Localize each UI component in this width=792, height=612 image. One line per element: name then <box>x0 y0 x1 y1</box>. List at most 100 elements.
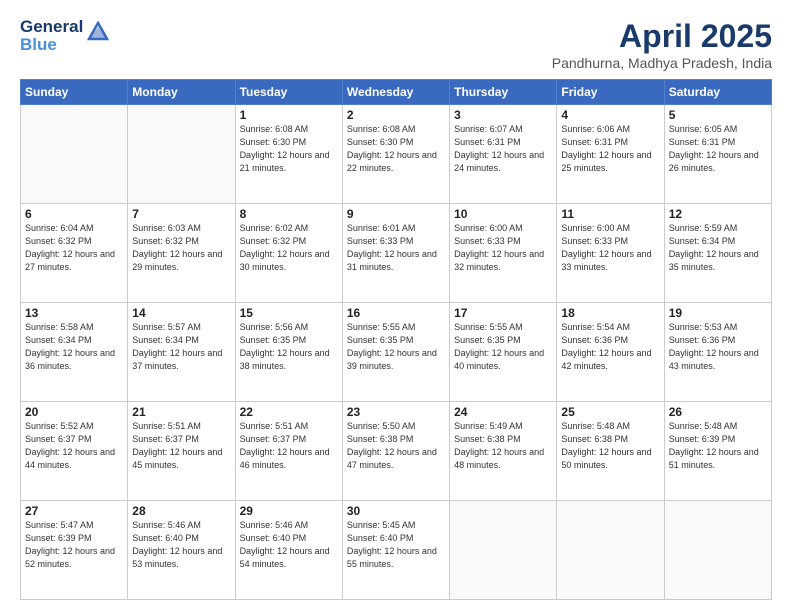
day-number: 13 <box>25 306 123 320</box>
day-info: Sunrise: 5:56 AMSunset: 6:35 PMDaylight:… <box>240 321 338 373</box>
day-number: 20 <box>25 405 123 419</box>
day-number: 9 <box>347 207 445 221</box>
calendar-header-row: Sunday Monday Tuesday Wednesday Thursday… <box>21 80 772 105</box>
table-row: 11 Sunrise: 6:00 AMSunset: 6:33 PMDaylig… <box>557 204 664 303</box>
day-info: Sunrise: 5:51 AMSunset: 6:37 PMDaylight:… <box>132 420 230 472</box>
day-info: Sunrise: 6:02 AMSunset: 6:32 PMDaylight:… <box>240 222 338 274</box>
day-info: Sunrise: 5:52 AMSunset: 6:37 PMDaylight:… <box>25 420 123 472</box>
day-info: Sunrise: 6:04 AMSunset: 6:32 PMDaylight:… <box>25 222 123 274</box>
day-number: 24 <box>454 405 552 419</box>
table-row: 23 Sunrise: 5:50 AMSunset: 6:38 PMDaylig… <box>342 402 449 501</box>
day-number: 3 <box>454 108 552 122</box>
col-tuesday: Tuesday <box>235 80 342 105</box>
day-number: 16 <box>347 306 445 320</box>
day-number: 12 <box>669 207 767 221</box>
day-info: Sunrise: 5:55 AMSunset: 6:35 PMDaylight:… <box>347 321 445 373</box>
day-info: Sunrise: 6:06 AMSunset: 6:31 PMDaylight:… <box>561 123 659 175</box>
day-number: 5 <box>669 108 767 122</box>
table-row: 16 Sunrise: 5:55 AMSunset: 6:35 PMDaylig… <box>342 303 449 402</box>
day-info: Sunrise: 5:57 AMSunset: 6:34 PMDaylight:… <box>132 321 230 373</box>
day-number: 2 <box>347 108 445 122</box>
table-row: 29 Sunrise: 5:46 AMSunset: 6:40 PMDaylig… <box>235 501 342 600</box>
day-info: Sunrise: 5:55 AMSunset: 6:35 PMDaylight:… <box>454 321 552 373</box>
day-number: 21 <box>132 405 230 419</box>
table-row: 14 Sunrise: 5:57 AMSunset: 6:34 PMDaylig… <box>128 303 235 402</box>
day-info: Sunrise: 5:46 AMSunset: 6:40 PMDaylight:… <box>240 519 338 571</box>
day-number: 27 <box>25 504 123 518</box>
day-number: 22 <box>240 405 338 419</box>
day-number: 26 <box>669 405 767 419</box>
table-row: 19 Sunrise: 5:53 AMSunset: 6:36 PMDaylig… <box>664 303 771 402</box>
table-row: 8 Sunrise: 6:02 AMSunset: 6:32 PMDayligh… <box>235 204 342 303</box>
day-info: Sunrise: 5:49 AMSunset: 6:38 PMDaylight:… <box>454 420 552 472</box>
day-number: 23 <box>347 405 445 419</box>
day-info: Sunrise: 5:54 AMSunset: 6:36 PMDaylight:… <box>561 321 659 373</box>
subtitle: Pandhurna, Madhya Pradesh, India <box>552 55 772 71</box>
table-row: 9 Sunrise: 6:01 AMSunset: 6:33 PMDayligh… <box>342 204 449 303</box>
main-title: April 2025 <box>552 18 772 55</box>
day-info: Sunrise: 6:07 AMSunset: 6:31 PMDaylight:… <box>454 123 552 175</box>
table-row: 6 Sunrise: 6:04 AMSunset: 6:32 PMDayligh… <box>21 204 128 303</box>
table-row <box>450 501 557 600</box>
calendar-table: Sunday Monday Tuesday Wednesday Thursday… <box>20 79 772 600</box>
day-info: Sunrise: 5:51 AMSunset: 6:37 PMDaylight:… <box>240 420 338 472</box>
day-info: Sunrise: 6:05 AMSunset: 6:31 PMDaylight:… <box>669 123 767 175</box>
table-row <box>21 105 128 204</box>
day-number: 25 <box>561 405 659 419</box>
table-row: 15 Sunrise: 5:56 AMSunset: 6:35 PMDaylig… <box>235 303 342 402</box>
table-row: 27 Sunrise: 5:47 AMSunset: 6:39 PMDaylig… <box>21 501 128 600</box>
day-number: 30 <box>347 504 445 518</box>
table-row: 24 Sunrise: 5:49 AMSunset: 6:38 PMDaylig… <box>450 402 557 501</box>
calendar-week-row: 13 Sunrise: 5:58 AMSunset: 6:34 PMDaylig… <box>21 303 772 402</box>
table-row: 13 Sunrise: 5:58 AMSunset: 6:34 PMDaylig… <box>21 303 128 402</box>
day-info: Sunrise: 5:59 AMSunset: 6:34 PMDaylight:… <box>669 222 767 274</box>
day-info: Sunrise: 6:08 AMSunset: 6:30 PMDaylight:… <box>347 123 445 175</box>
calendar-week-row: 1 Sunrise: 6:08 AMSunset: 6:30 PMDayligh… <box>21 105 772 204</box>
page: General Blue April 2025 Pandhurna, Madhy… <box>0 0 792 612</box>
day-info: Sunrise: 5:58 AMSunset: 6:34 PMDaylight:… <box>25 321 123 373</box>
day-info: Sunrise: 6:03 AMSunset: 6:32 PMDaylight:… <box>132 222 230 274</box>
table-row: 5 Sunrise: 6:05 AMSunset: 6:31 PMDayligh… <box>664 105 771 204</box>
col-sunday: Sunday <box>21 80 128 105</box>
table-row: 2 Sunrise: 6:08 AMSunset: 6:30 PMDayligh… <box>342 105 449 204</box>
day-number: 1 <box>240 108 338 122</box>
day-number: 14 <box>132 306 230 320</box>
day-info: Sunrise: 5:48 AMSunset: 6:39 PMDaylight:… <box>669 420 767 472</box>
table-row: 20 Sunrise: 5:52 AMSunset: 6:37 PMDaylig… <box>21 402 128 501</box>
day-info: Sunrise: 5:48 AMSunset: 6:38 PMDaylight:… <box>561 420 659 472</box>
day-info: Sunrise: 6:08 AMSunset: 6:30 PMDaylight:… <box>240 123 338 175</box>
table-row: 21 Sunrise: 5:51 AMSunset: 6:37 PMDaylig… <box>128 402 235 501</box>
logo: General Blue <box>20 18 109 54</box>
logo-general: General <box>20 18 83 36</box>
table-row: 12 Sunrise: 5:59 AMSunset: 6:34 PMDaylig… <box>664 204 771 303</box>
day-number: 10 <box>454 207 552 221</box>
day-info: Sunrise: 6:00 AMSunset: 6:33 PMDaylight:… <box>561 222 659 274</box>
table-row: 1 Sunrise: 6:08 AMSunset: 6:30 PMDayligh… <box>235 105 342 204</box>
col-friday: Friday <box>557 80 664 105</box>
day-info: Sunrise: 6:00 AMSunset: 6:33 PMDaylight:… <box>454 222 552 274</box>
col-wednesday: Wednesday <box>342 80 449 105</box>
day-number: 8 <box>240 207 338 221</box>
day-number: 28 <box>132 504 230 518</box>
table-row <box>128 105 235 204</box>
day-info: Sunrise: 5:45 AMSunset: 6:40 PMDaylight:… <box>347 519 445 571</box>
day-info: Sunrise: 5:50 AMSunset: 6:38 PMDaylight:… <box>347 420 445 472</box>
col-thursday: Thursday <box>450 80 557 105</box>
logo-icon <box>87 21 109 46</box>
table-row: 7 Sunrise: 6:03 AMSunset: 6:32 PMDayligh… <box>128 204 235 303</box>
header: General Blue April 2025 Pandhurna, Madhy… <box>20 18 772 71</box>
day-number: 15 <box>240 306 338 320</box>
day-number: 6 <box>25 207 123 221</box>
title-block: April 2025 Pandhurna, Madhya Pradesh, In… <box>552 18 772 71</box>
day-number: 18 <box>561 306 659 320</box>
table-row: 4 Sunrise: 6:06 AMSunset: 6:31 PMDayligh… <box>557 105 664 204</box>
calendar-week-row: 27 Sunrise: 5:47 AMSunset: 6:39 PMDaylig… <box>21 501 772 600</box>
table-row: 10 Sunrise: 6:00 AMSunset: 6:33 PMDaylig… <box>450 204 557 303</box>
logo-blue: Blue <box>20 36 83 54</box>
table-row: 28 Sunrise: 5:46 AMSunset: 6:40 PMDaylig… <box>128 501 235 600</box>
day-info: Sunrise: 5:47 AMSunset: 6:39 PMDaylight:… <box>25 519 123 571</box>
table-row: 22 Sunrise: 5:51 AMSunset: 6:37 PMDaylig… <box>235 402 342 501</box>
calendar-week-row: 20 Sunrise: 5:52 AMSunset: 6:37 PMDaylig… <box>21 402 772 501</box>
day-info: Sunrise: 5:53 AMSunset: 6:36 PMDaylight:… <box>669 321 767 373</box>
table-row: 3 Sunrise: 6:07 AMSunset: 6:31 PMDayligh… <box>450 105 557 204</box>
